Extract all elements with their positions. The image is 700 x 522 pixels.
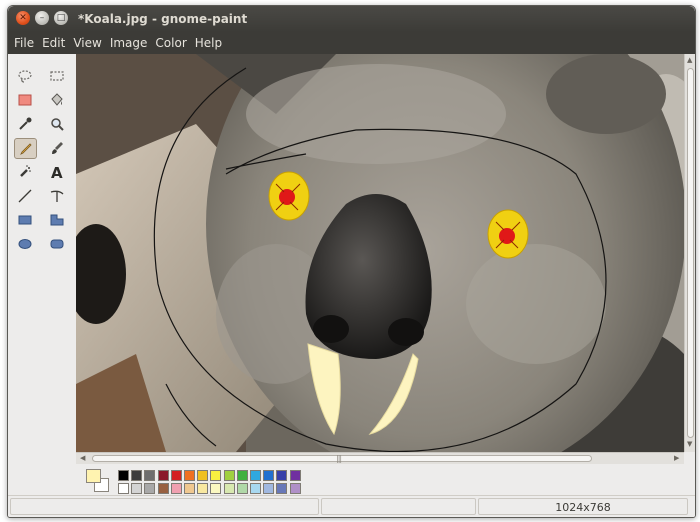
maximize-icon[interactable]: □: [54, 11, 68, 25]
palette-swatch[interactable]: [210, 470, 222, 481]
menubar: File Edit View Image Color Help: [8, 32, 695, 54]
palette-swatch[interactable]: [210, 483, 222, 494]
svg-text:A: A: [51, 164, 63, 180]
status-cell-message: [10, 498, 319, 515]
vertical-scroll-thumb[interactable]: [687, 68, 694, 438]
vertical-scrollbar[interactable]: ▲ ▼: [684, 54, 695, 452]
zoom-icon[interactable]: [46, 114, 68, 134]
palette-swatch[interactable]: [170, 483, 182, 494]
current-colors[interactable]: [86, 469, 110, 492]
menu-edit[interactable]: Edit: [38, 32, 69, 54]
palette-swatch[interactable]: [197, 483, 209, 494]
paintbrush-icon[interactable]: [46, 138, 68, 158]
window-title: *Koala.jpg - gnome-paint: [78, 12, 248, 26]
palette-swatch[interactable]: [223, 483, 235, 494]
horizontal-scrollbar[interactable]: ◀ ||| ▶: [76, 452, 684, 464]
image-size-label: 1024x768: [478, 498, 688, 515]
menu-color[interactable]: Color: [151, 32, 190, 54]
gnome-paint-window: ✕ – □ *Koala.jpg - gnome-paint File Edit…: [7, 5, 696, 518]
palette-swatch[interactable]: [250, 483, 261, 494]
foreground-color-swatch[interactable]: [86, 469, 101, 483]
rounded-rect-icon[interactable]: [46, 234, 68, 254]
palette-swatch[interactable]: [118, 470, 129, 481]
close-icon[interactable]: ✕: [16, 11, 30, 25]
palette-swatch[interactable]: [263, 470, 275, 481]
rectangle-icon[interactable]: [14, 210, 36, 230]
palette-swatch[interactable]: [276, 470, 288, 481]
scroll-up-icon[interactable]: ▲: [687, 57, 692, 64]
scroll-down-icon[interactable]: ▼: [687, 441, 692, 448]
palette-swatch[interactable]: [236, 483, 248, 494]
ellipse-icon[interactable]: [14, 234, 36, 254]
rect-select-icon[interactable]: [46, 66, 68, 86]
palette-swatch[interactable]: [236, 470, 248, 481]
palette-swatch[interactable]: [184, 470, 195, 481]
scroll-right-icon[interactable]: ▶: [674, 455, 679, 462]
menu-help[interactable]: Help: [191, 32, 226, 54]
palette-swatch[interactable]: [184, 483, 195, 494]
statusbar: 1024x768: [8, 495, 695, 517]
palette-swatch[interactable]: [118, 483, 129, 494]
eraser-icon[interactable]: [14, 90, 36, 110]
text-icon[interactable]: A: [46, 162, 68, 182]
palette-swatch[interactable]: [131, 483, 143, 494]
palette-swatch[interactable]: [157, 483, 169, 494]
titlebar: ✕ – □ *Koala.jpg - gnome-paint: [8, 6, 695, 32]
airbrush-icon[interactable]: [14, 162, 36, 182]
curve-icon[interactable]: [46, 186, 68, 206]
palette-swatch[interactable]: [223, 470, 235, 481]
polygon-icon[interactable]: [46, 210, 68, 230]
palette-swatch[interactable]: [263, 483, 275, 494]
status-cell-cursor: [321, 498, 476, 515]
fill-bucket-icon[interactable]: [46, 90, 68, 110]
palette-swatch[interactable]: [170, 470, 182, 481]
menu-image[interactable]: Image: [106, 32, 152, 54]
palette-swatch[interactable]: [289, 483, 301, 494]
palette-swatch[interactable]: [144, 483, 156, 494]
lasso-select-icon[interactable]: [14, 66, 36, 86]
scroll-left-icon[interactable]: ◀: [80, 455, 85, 462]
palette-swatch[interactable]: [276, 483, 288, 494]
color-picker-icon[interactable]: [14, 114, 36, 134]
scroll-grip-icon: |||: [336, 454, 342, 463]
menu-view[interactable]: View: [69, 32, 105, 54]
koala-image[interactable]: [76, 54, 684, 452]
palette-swatch[interactable]: [144, 470, 156, 481]
drawing-canvas[interactable]: [76, 54, 684, 452]
palette-swatch[interactable]: [197, 470, 209, 481]
left-eye: [268, 171, 310, 221]
minimize-icon[interactable]: –: [35, 11, 49, 25]
horizontal-scroll-thumb[interactable]: |||: [92, 454, 592, 463]
color-palette: [76, 464, 695, 494]
right-eye: [487, 209, 529, 259]
palette-swatch[interactable]: [250, 470, 261, 481]
palette-swatch[interactable]: [131, 470, 143, 481]
palette-swatch[interactable]: [157, 470, 169, 481]
toolbox: A: [8, 54, 76, 452]
line-icon[interactable]: [14, 186, 36, 206]
menu-file[interactable]: File: [10, 32, 38, 54]
palette-swatch[interactable]: [289, 470, 301, 481]
pencil-icon[interactable]: [14, 138, 37, 159]
